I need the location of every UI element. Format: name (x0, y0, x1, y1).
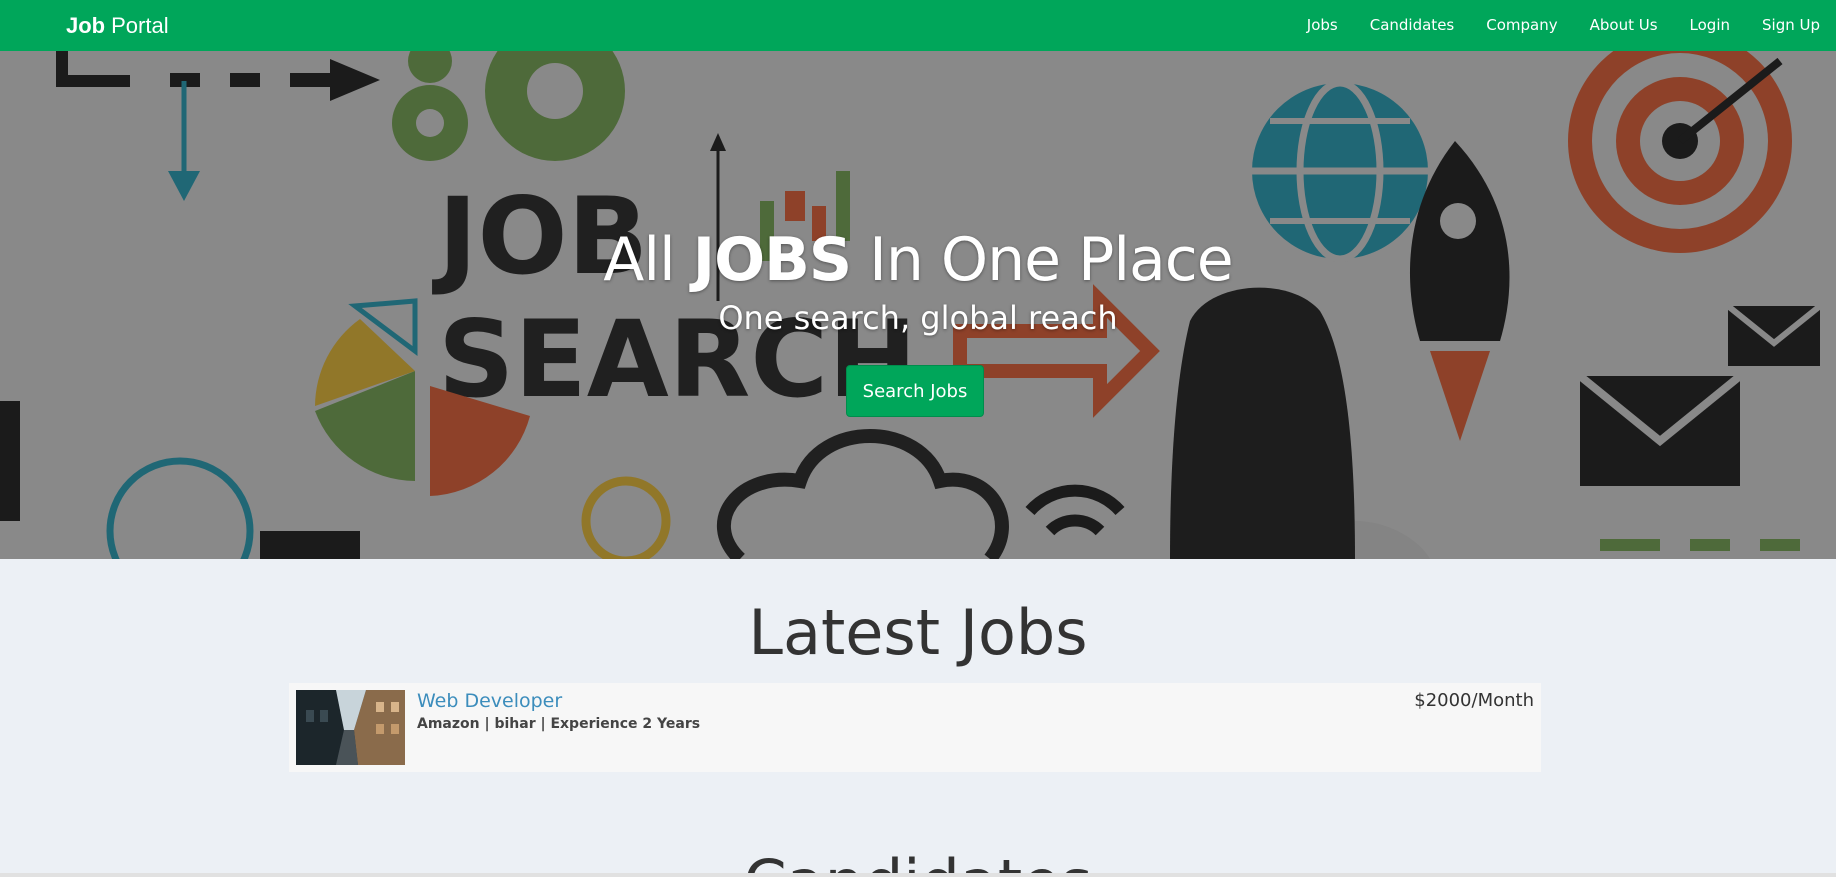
job-meta: Amazon | bihar | Experience 2 Years (417, 716, 701, 732)
bottom-edge (0, 873, 1836, 877)
job-title-link[interactable]: Web Developer (417, 690, 562, 712)
top-navbar: Job Portal Jobs Candidates Company About… (0, 0, 1836, 51)
nav-links: Jobs Candidates Company About Us Login S… (1291, 0, 1828, 51)
nav-link-jobs[interactable]: Jobs (1291, 0, 1354, 51)
nav-link-login[interactable]: Login (1674, 0, 1746, 51)
search-jobs-button[interactable]: Search Jobs (846, 365, 984, 417)
hero-title-prefix: All (603, 225, 675, 295)
job-list-item[interactable]: Web Developer Amazon | bihar | Experienc… (289, 683, 1541, 772)
brand-bold: Job (66, 12, 106, 38)
job-salary: $2000/Month (1414, 690, 1534, 711)
hero-title-suffix: In One Place (869, 225, 1234, 295)
hero-subtitle: One search, global reach (718, 299, 1118, 337)
nav-link-sign-up[interactable]: Sign Up (1746, 0, 1828, 51)
hero-banner: JOB SEARCH All JOBS In One Place One sea… (0, 51, 1836, 559)
brand-light: Portal (111, 12, 169, 38)
latest-jobs-heading: Latest Jobs (748, 596, 1088, 669)
hero-title-bold: JOBS (692, 225, 852, 295)
brand-logo-link[interactable]: Job Portal (66, 0, 169, 51)
hero-title: All JOBS In One Place (0, 225, 1836, 295)
nav-link-company[interactable]: Company (1470, 0, 1573, 51)
nav-link-about-us[interactable]: About Us (1574, 0, 1674, 51)
nav-link-candidates[interactable]: Candidates (1354, 0, 1471, 51)
hero-content: All JOBS In One Place One search, global… (0, 51, 1836, 559)
job-thumbnail-image[interactable] (296, 690, 405, 765)
